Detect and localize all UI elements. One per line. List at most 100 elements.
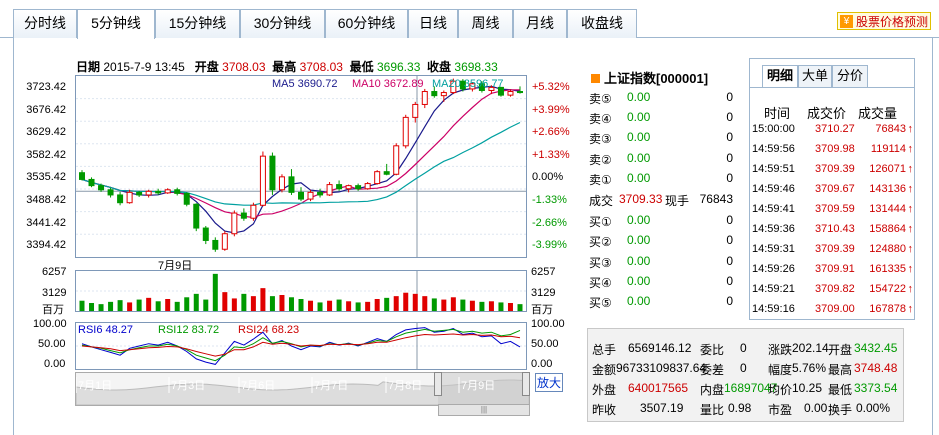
volume-bar: [288, 297, 294, 311]
tick-row: 14:59:51 3709.39 126071 ↑: [752, 163, 914, 181]
tab-detail[interactable]: 明细: [762, 65, 798, 87]
stats-box: 总手 6569146.12 委比 0 涨跌 202.14 开盘 3432.45 金额 96…: [587, 328, 904, 422]
predict-icon: ¥: [839, 15, 853, 28]
tab-weekly[interactable]: 周线: [458, 9, 513, 38]
quote-mid-label: 现手: [665, 194, 690, 208]
candle-body: [364, 183, 371, 190]
price-predict-link[interactable]: ¥ 股票价格预测: [836, 12, 931, 30]
volume-bar: [298, 299, 304, 311]
volume-panel[interactable]: [75, 270, 527, 312]
rsi-legend-rsi12: RSI12 83.72: [158, 324, 219, 336]
tab-15min[interactable]: 15分钟线: [155, 9, 240, 38]
candle-body: [107, 189, 114, 196]
quote-price: 0.00: [627, 253, 651, 268]
candle-body: [193, 203, 200, 229]
volume-bar: [479, 301, 485, 311]
quote-row: 买③ 0.00 0: [589, 254, 735, 272]
volume-bar: [136, 299, 142, 311]
tab-timeshare[interactable]: 分时线: [13, 9, 77, 38]
quote-volume: 0: [726, 294, 733, 308]
quote-volume: 0: [726, 150, 733, 165]
volume-bar: [336, 299, 342, 311]
tab-monthly[interactable]: 月线: [513, 9, 567, 38]
candle-body: [288, 176, 295, 193]
tick-row: 15:00:00 3710.27 76843 ↑: [752, 123, 914, 141]
candle-body: [212, 239, 219, 250]
date-value: 2015-7-9 13:45: [103, 60, 185, 74]
candle-body: [164, 189, 171, 194]
candle-body: [336, 184, 343, 190]
tab-60min[interactable]: 60分钟线: [325, 9, 408, 38]
tab-close-line[interactable]: 收盘线: [567, 9, 637, 38]
candle-body: [221, 233, 228, 250]
quote-volume: 0: [726, 233, 733, 248]
navigator-right-handle[interactable]: [522, 372, 530, 396]
candle-body: [507, 91, 514, 96]
tab-5min[interactable]: 5分钟线: [77, 9, 155, 39]
candle-body: [278, 176, 285, 191]
candlestick-chart[interactable]: MA5 3690.72 MA10 3672.89 MA20 3596.77: [76, 76, 526, 257]
tick-price: 3709.67: [815, 183, 855, 195]
tick-volume: 154722: [869, 283, 906, 295]
navigator-overview[interactable]: 7月1日 7月3日 7月6日 7月7日 7月8日 7月9日: [75, 373, 530, 406]
tick-volume: 126071: [869, 163, 906, 175]
tick-price: 3709.59: [815, 203, 855, 215]
tick-price: 3710.27: [815, 123, 855, 135]
candle-body: [355, 185, 362, 190]
up-arrow-icon: ↑: [907, 223, 914, 235]
volume-bar: [393, 296, 399, 311]
candle-body: [269, 155, 276, 191]
range-navigator[interactable]: 7月1日 7月3日 7月6日 7月7日 7月8日 7月9日: [75, 372, 530, 406]
navigator-scrollbar[interactable]: |||: [438, 404, 530, 416]
up-arrow-icon: ↑: [907, 303, 914, 315]
quote-price: 3709.33: [619, 192, 663, 206]
price-axis-left-label: 3535.42: [26, 171, 66, 184]
navigator-date-label: 7月9日: [461, 380, 495, 392]
volume-bar: [250, 296, 256, 311]
tab-big-orders[interactable]: 大单: [798, 65, 832, 87]
volume-chart[interactable]: [76, 271, 526, 311]
rsi-chart[interactable]: RSI6 48.27 RSI12 83.72 RSI24 68.23: [76, 323, 526, 369]
quote-row: 成交 3709.33 现手 76843: [589, 192, 735, 210]
volume-bar: [431, 298, 437, 311]
candle-body: [298, 191, 304, 200]
volume-bar: [450, 297, 456, 311]
quote-row: 买⑤ 0.00 0: [589, 294, 735, 312]
volume-bar: [260, 288, 266, 311]
price-panel[interactable]: MA5 3690.72 MA10 3672.89 MA20 3596.77: [75, 75, 527, 258]
volume-bar: [269, 296, 275, 311]
tick-time: 14:59:16: [752, 303, 795, 315]
candle-body: [183, 192, 190, 205]
quote-volume: 0: [726, 273, 733, 288]
rsi-legend-rsi24: RSI24 68.23: [238, 324, 299, 336]
quote-volume: 0: [726, 110, 733, 125]
volume-bar: [460, 299, 466, 311]
rsi-panel[interactable]: RSI6 48.27 RSI12 83.72 RSI24 68.23: [75, 322, 527, 370]
volume-bar: [403, 292, 409, 311]
candle-body: [517, 91, 523, 94]
candle-body: [259, 155, 266, 206]
volume-bar: [89, 303, 95, 311]
price-axis-right-label: -3.99%: [532, 239, 567, 252]
navigator-date-label: 7月1日: [78, 380, 112, 392]
tab-daily[interactable]: 日线: [408, 9, 458, 38]
navigator-left-handle[interactable]: [434, 372, 442, 396]
candle-body: [136, 191, 143, 196]
volume-bar: [79, 300, 85, 311]
up-arrow-icon: ↑: [907, 123, 914, 135]
tick-time: 14:59:21: [752, 283, 795, 295]
price-axis-right-label: +3.99%: [532, 103, 570, 116]
tick-row: 14:59:46 3709.67 143136 ↑: [752, 183, 914, 201]
rsi-axis-right-50: 50.00: [531, 338, 559, 350]
candle-body: [250, 204, 257, 219]
zoom-button[interactable]: 放大: [535, 373, 564, 392]
up-arrow-icon: ↑: [907, 183, 914, 195]
tab-price-split[interactable]: 分价: [832, 65, 868, 87]
high-value: 3708.03: [299, 60, 343, 74]
price-axis-left-label: 3582.42: [26, 148, 66, 161]
navigator-date-label: 7月3日: [171, 380, 205, 392]
volume-bar: [384, 297, 390, 311]
tab-30min[interactable]: 30分钟线: [240, 9, 325, 38]
rsi-axis-right-100: 100.00: [531, 318, 565, 330]
vol-axis-left-mid: 3129: [42, 287, 67, 299]
